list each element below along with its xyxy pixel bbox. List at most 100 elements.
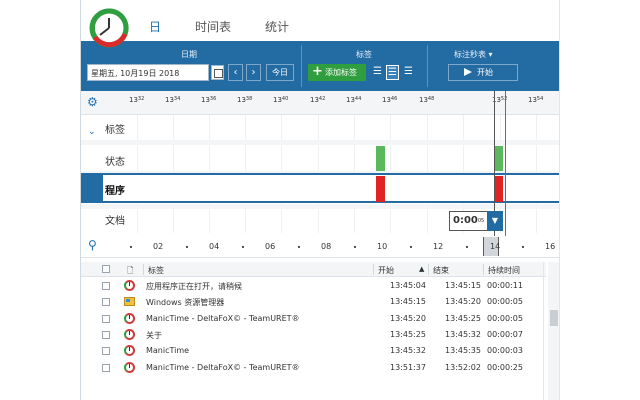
gear-icon[interactable]: ⚙	[87, 96, 98, 108]
plus-icon: +	[312, 64, 323, 79]
documents-row-label: 文档	[105, 216, 125, 227]
ruler-tick: 1342	[310, 96, 326, 104]
overview-label: 06	[265, 242, 276, 251]
row-checkbox[interactable]	[102, 347, 110, 355]
table-scrollbar[interactable]	[548, 262, 559, 400]
tab-day[interactable]: 日	[146, 18, 164, 43]
compact-view-icon[interactable]: ☰	[402, 65, 415, 80]
row-checkbox[interactable]	[102, 364, 110, 372]
row-checkbox[interactable]	[102, 315, 110, 323]
row-checkbox[interactable]	[102, 298, 110, 306]
row-duration: 00:00:05	[487, 297, 523, 306]
add-tag-button[interactable]: + 添加标签	[308, 64, 366, 81]
manictime-window: 日 时间表 统计 日期 星期五, 10月19日 2018 ‹ › 今日 标签 +…	[80, 0, 560, 400]
add-tag-label: 添加标签	[325, 68, 357, 77]
row-start: 13:45:32	[390, 346, 426, 355]
overview-label: 08	[321, 242, 332, 251]
overview-label: 16	[545, 242, 556, 251]
table-header: 🗋 标签 开始 ▲ 结束 持续时间	[81, 262, 546, 277]
row-checkbox[interactable]	[102, 331, 110, 339]
ruler-tick: 1346	[382, 96, 398, 104]
table-row[interactable]: ManicTime 13:45:32 13:45:35 00:00:03	[81, 343, 546, 359]
calendar-icon[interactable]	[211, 65, 224, 80]
tags-group-label: 标签	[356, 50, 372, 59]
next-day-button[interactable]: ›	[246, 64, 261, 81]
date-field[interactable]: 星期五, 10月19日 2018	[87, 64, 209, 81]
table-row[interactable]: ManicTime - DeltaFoX© - TeamURET® 13:51:…	[81, 360, 546, 376]
row-name: 应用程序正在打开，请稍候	[146, 282, 242, 291]
overview-label: 02	[153, 242, 164, 251]
manictime-icon	[124, 280, 135, 291]
row-start: 13:51:37	[390, 363, 426, 372]
row-end: 13:52:02	[445, 363, 481, 372]
ruler-tick: 1340	[273, 96, 289, 104]
manictime-icon	[124, 362, 135, 373]
start-button[interactable]: 开始	[448, 64, 518, 81]
manictime-logo-icon	[89, 8, 129, 48]
row-end: 13:45:35	[445, 346, 481, 355]
table-row[interactable]: 关于 13:45:25 13:45:32 00:00:07	[81, 327, 546, 343]
tags-row-label: 标签	[105, 125, 125, 136]
select-all-checkbox[interactable]	[102, 265, 110, 273]
time-ruler[interactable]: ⚙ 1332 1334 1336 1338 1340 1342 1344 134…	[81, 91, 559, 115]
play-icon	[464, 68, 472, 76]
selected-row-marker	[81, 175, 103, 201]
today-button[interactable]: 今日	[266, 64, 294, 81]
search-icon[interactable]: ⚲	[88, 238, 97, 252]
manictime-icon	[124, 345, 135, 356]
row-duration: 00:00:05	[487, 314, 523, 323]
column-header-end[interactable]: 结束	[433, 265, 449, 276]
overview-label: 14	[490, 242, 501, 251]
tab-statistics[interactable]: 统计	[265, 18, 289, 35]
manictime-icon	[124, 329, 135, 340]
table-row[interactable]: 应用程序正在打开，请稍候 13:45:04 13:45:15 00:00:11	[81, 278, 546, 294]
ruler-tick: 1338	[237, 96, 253, 104]
status-active-block[interactable]	[376, 146, 385, 172]
row-name: ManicTime	[146, 346, 190, 355]
scrollbar-thumb[interactable]	[550, 310, 558, 326]
collapse-chevron-icon[interactable]: ⌄	[88, 127, 96, 137]
program-block[interactable]	[376, 176, 385, 202]
overview-label: 04	[209, 242, 220, 251]
overview-label: 12	[433, 242, 444, 251]
ruler-tick: 1332	[129, 96, 145, 104]
row-end: 13:45:25	[445, 314, 481, 323]
status-row-label: 状态	[105, 157, 125, 168]
status-active-block[interactable]	[494, 146, 503, 172]
program-block[interactable]	[494, 176, 503, 202]
column-header-duration[interactable]: 持续时间	[488, 265, 520, 276]
row-start: 13:45:25	[390, 330, 426, 339]
programs-row[interactable]: 程序	[81, 173, 559, 203]
toolbar-divider	[427, 45, 428, 87]
date-group-label: 日期	[181, 50, 197, 59]
row-duration: 00:00:25	[487, 363, 523, 372]
chevron-down-icon[interactable]: ▼	[487, 211, 503, 231]
ruler-tick: 1354	[528, 96, 544, 104]
stopwatch-dropdown[interactable]: 标注秒表 ▾	[454, 49, 493, 60]
table-row[interactable]: Windows 资源管理器 13:45:15 13:45:20 00:00:05	[81, 294, 546, 310]
row-duration: 00:00:07	[487, 330, 523, 339]
table-row[interactable]: ManicTime - DeltaFoX© - TeamURET® 13:45:…	[81, 311, 546, 327]
sort-ascending-icon: ▲	[419, 265, 425, 273]
row-end: 13:45:32	[445, 330, 481, 339]
programs-row-label: 程序	[105, 186, 125, 197]
toolbar-divider	[301, 45, 302, 87]
column-header-tag[interactable]: 标签	[148, 265, 164, 276]
row-start: 13:45:20	[390, 314, 426, 323]
row-name: 关于	[146, 331, 162, 340]
detail-view-icon[interactable]: ☰	[386, 65, 399, 80]
overview-strip[interactable]: ⚲ 02 04 06 08 10 12 14 16	[81, 236, 559, 258]
row-name: ManicTime - DeltaFoX© - TeamURET®	[146, 314, 300, 323]
row-end: 13:45:15	[445, 281, 481, 290]
tab-timeline[interactable]: 时间表	[195, 18, 231, 35]
top-bar: 日 时间表 统计	[81, 0, 559, 48]
row-end: 13:45:20	[445, 297, 481, 306]
row-name: ManicTime - DeltaFoX© - TeamURET®	[146, 363, 300, 372]
column-header-start[interactable]: 开始	[378, 265, 394, 276]
list-view-icon[interactable]: ☰	[371, 65, 384, 80]
row-duration: 00:00:03	[487, 346, 523, 355]
row-checkbox[interactable]	[102, 282, 110, 290]
current-time-line	[505, 91, 506, 253]
prev-day-button[interactable]: ‹	[228, 64, 243, 81]
overview-label: 10	[377, 242, 388, 251]
